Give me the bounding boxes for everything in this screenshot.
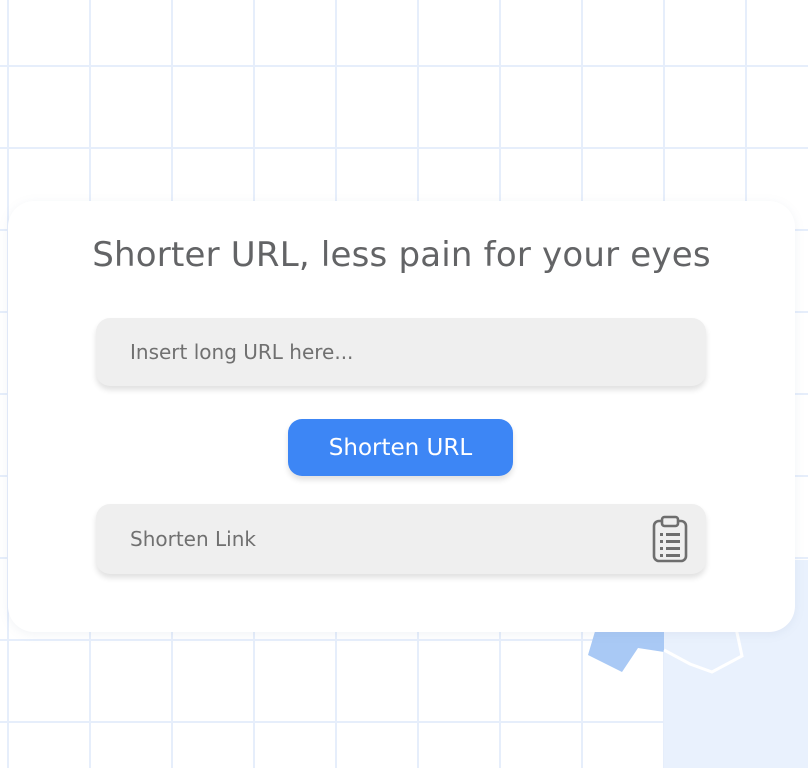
long-url-input[interactable] — [96, 318, 706, 386]
shorten-url-button[interactable]: Shorten URL — [288, 419, 513, 476]
clipboard-icon — [652, 515, 688, 563]
page-title: Shorter URL, less pain for your eyes — [92, 235, 711, 275]
shortened-link-output[interactable] — [96, 504, 626, 574]
url-shortener-card: Shorter URL, less pain for your eyes Sho… — [8, 201, 795, 632]
copy-link-button[interactable] — [643, 513, 697, 565]
shortened-link-field — [96, 504, 706, 574]
